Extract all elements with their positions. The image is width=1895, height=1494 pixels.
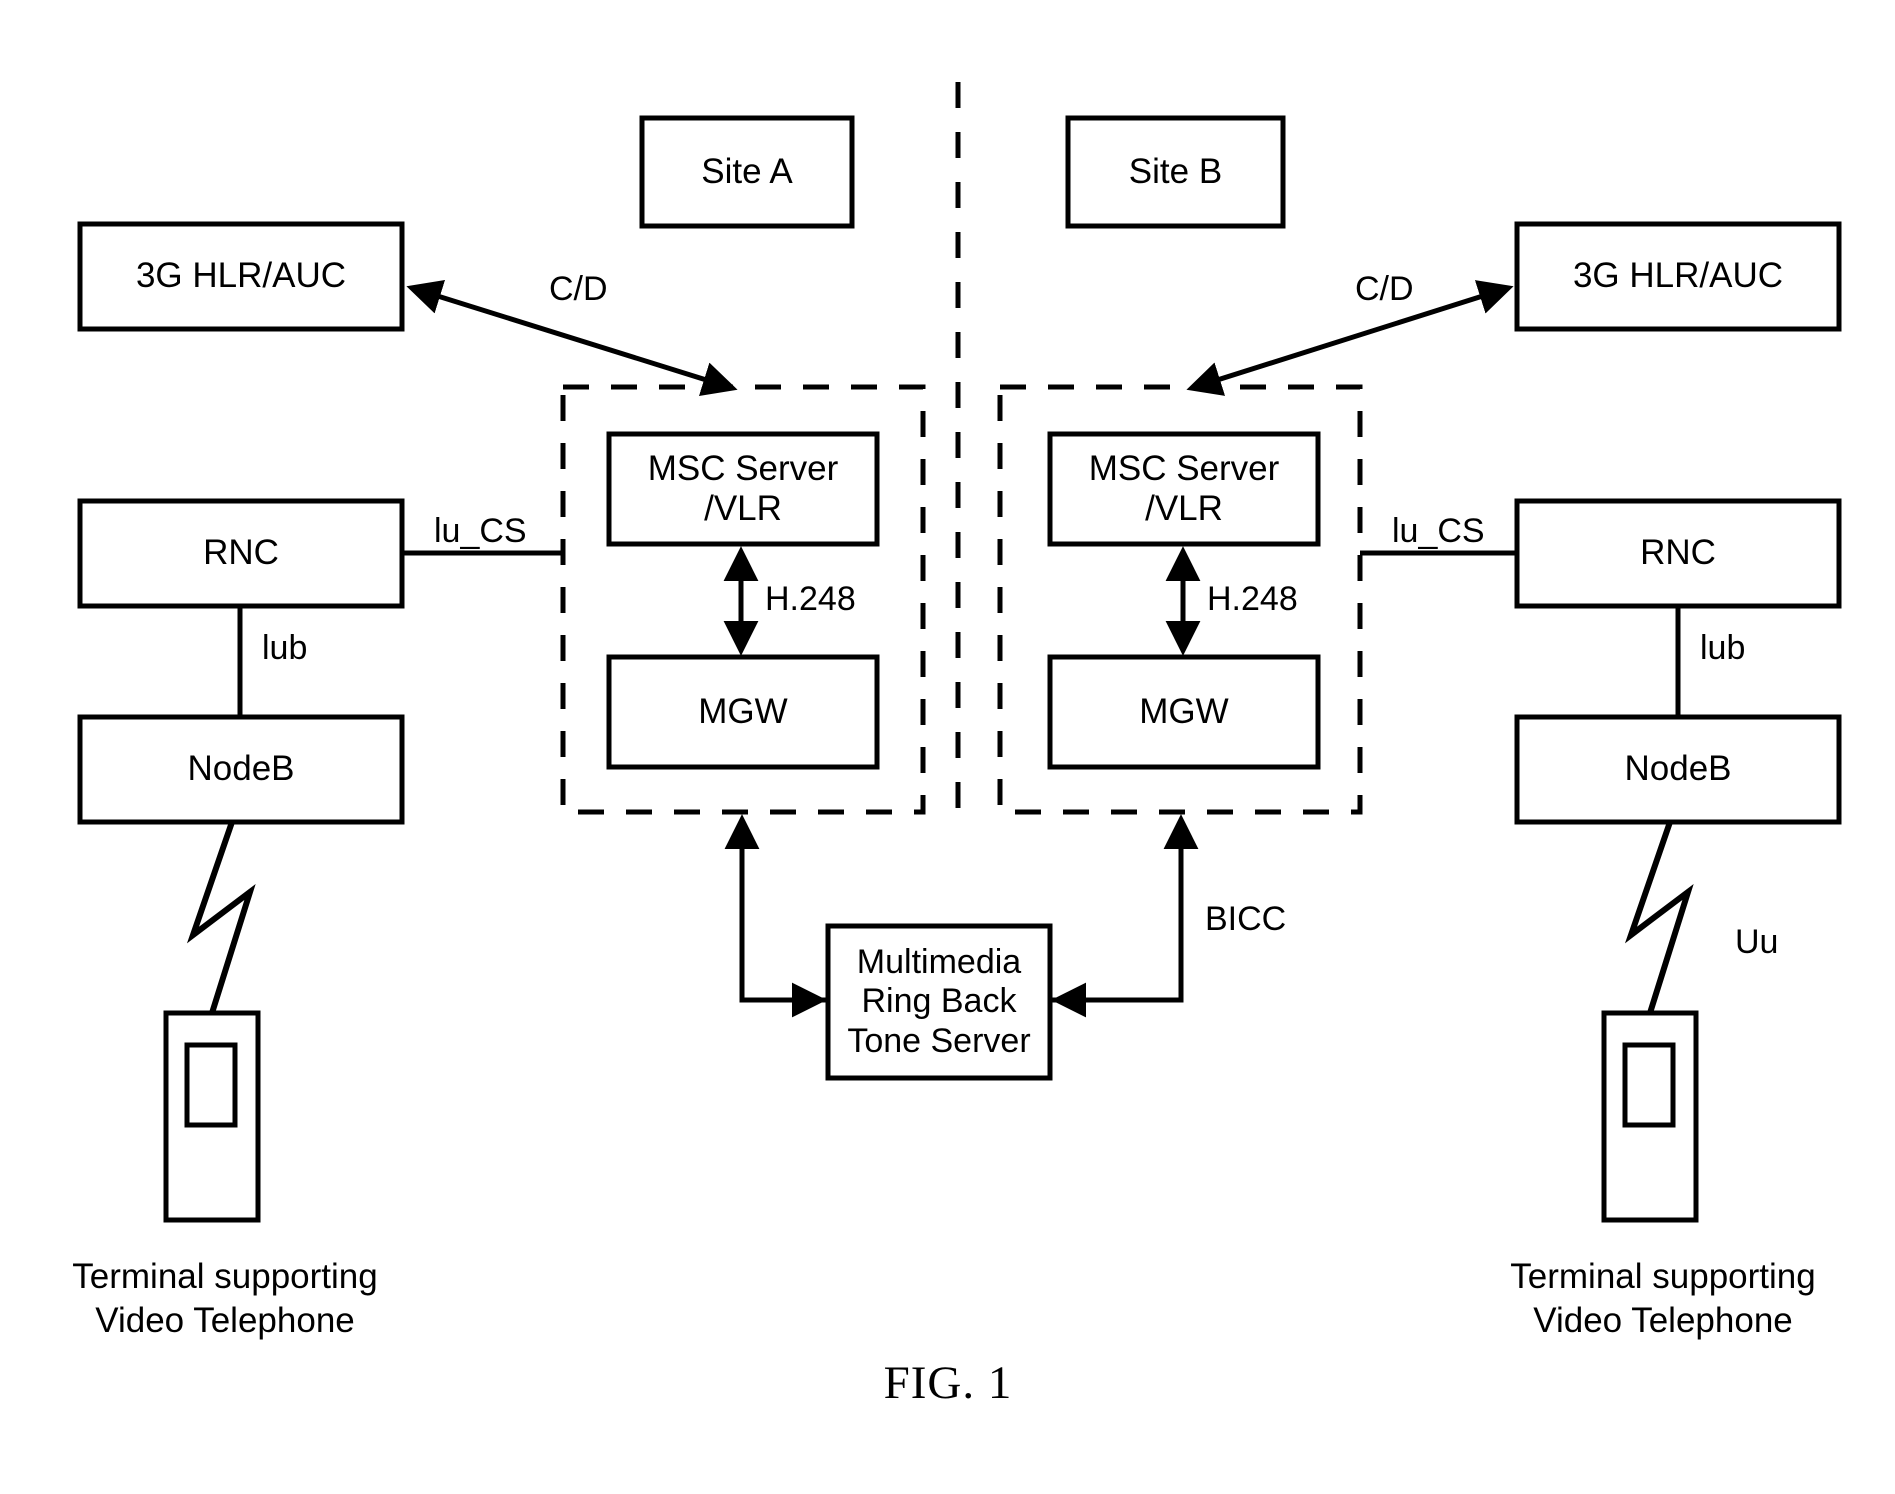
cd-right-label: C/D <box>1355 270 1414 308</box>
nodeb-right-box <box>1514 714 1842 825</box>
site-b-dashed-container <box>997 384 1363 815</box>
iucs-left-label: lu_CS <box>434 512 527 550</box>
mgw-left-box <box>606 654 880 770</box>
hlr-right-box <box>1514 221 1842 332</box>
bicc-right-path-to-container <box>1050 814 1199 1003</box>
bicc-left-path-to-container <box>724 814 828 1003</box>
uu-right-label: Uu <box>1735 923 1779 961</box>
hlr-left-box <box>77 221 405 332</box>
figure-caption: FIG. 1 <box>883 1357 1013 1409</box>
iub-left-label: lub <box>262 629 308 667</box>
terminal-right-screen <box>1622 1042 1676 1128</box>
site-b-box <box>1065 115 1286 229</box>
terminal-right-caption: Terminal supporting Video Telephone <box>1510 1257 1816 1340</box>
terminal-left-caption: Terminal supporting Video Telephone <box>72 1257 378 1340</box>
iucs-right-label: lu_CS <box>1392 512 1485 550</box>
rnc-right-box <box>1514 498 1842 609</box>
msc-left-box <box>606 431 880 547</box>
h248-right-label: H.248 <box>1207 580 1298 618</box>
mrbt-server-box <box>825 923 1053 1081</box>
bicc-label: BICC <box>1205 900 1287 938</box>
rnc-left-box <box>77 498 405 609</box>
radio-link-right-lightning <box>1624 821 1694 1014</box>
cd-right-connector <box>1186 280 1514 396</box>
iub-right-label: lub <box>1700 629 1746 667</box>
terminal-left-screen <box>184 1042 238 1128</box>
site-a-box <box>639 115 855 229</box>
patent-figure-page: Site A Site B 3G HLR/AUC 3G HLR/AUC RNC … <box>0 0 1895 1494</box>
radio-link-left-lightning <box>186 821 256 1014</box>
bicc-left-path-to-server <box>739 900 827 1018</box>
h248-left-label: H.248 <box>765 580 856 618</box>
nodeb-left-box <box>77 714 405 825</box>
mgw-right-box <box>1047 654 1321 770</box>
msc-right-box <box>1047 431 1321 547</box>
cd-left-label: C/D <box>549 270 608 308</box>
bicc-right-path-to-server <box>1051 900 1184 1018</box>
